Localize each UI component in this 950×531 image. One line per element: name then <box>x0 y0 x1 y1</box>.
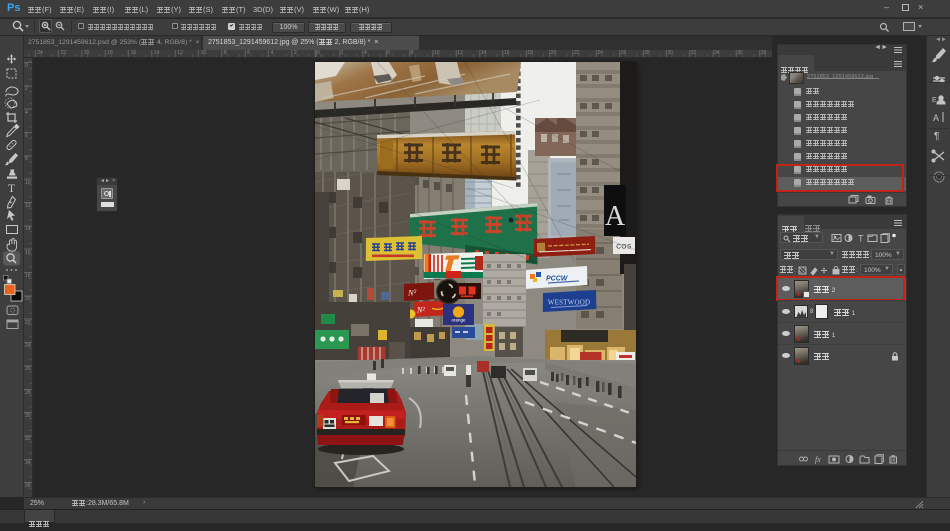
svg-text:N²: N² <box>416 306 425 315</box>
svg-text:fx: fx <box>815 455 821 464</box>
svg-text:¶: ¶ <box>934 131 939 142</box>
svg-text:A: A <box>933 113 939 123</box>
svg-text:N²: N² <box>407 288 417 298</box>
svg-text:COS: COS <box>616 244 632 251</box>
svg-text:orange: orange <box>451 318 466 323</box>
svg-text:E: E <box>932 97 937 104</box>
svg-text:T: T <box>8 183 15 195</box>
svg-text:A: A <box>605 201 626 232</box>
svg-text:T: T <box>858 234 864 244</box>
